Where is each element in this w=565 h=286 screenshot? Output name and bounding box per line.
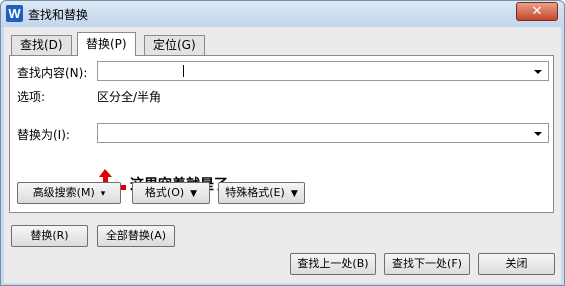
find-next-button[interactable]: 查找下一处(F) bbox=[384, 253, 470, 275]
find-what-label: 查找内容(N): bbox=[17, 66, 88, 80]
double-chevron-down-icon: ▾ bbox=[100, 189, 106, 199]
window-title: 查找和替换 bbox=[28, 8, 89, 22]
chevron-down-icon: ▼ bbox=[290, 189, 298, 199]
replace-with-combobox[interactable] bbox=[97, 123, 549, 143]
find-what-combobox[interactable] bbox=[97, 61, 549, 81]
tab-find[interactable]: 查找(D) bbox=[11, 35, 72, 55]
format-label: 格式(O) bbox=[144, 186, 185, 199]
special-format-label: 特殊格式(E) bbox=[225, 186, 285, 199]
chevron-down-icon[interactable] bbox=[534, 70, 542, 74]
replace-tab-panel: 查找内容(N): 选项: 区分全/半角 替换为(I): 这里空着就是了 高级搜 bbox=[9, 55, 554, 213]
replace-all-button[interactable]: 全部替换(A) bbox=[97, 225, 175, 247]
tab-replace[interactable]: 替换(P) bbox=[77, 32, 136, 56]
text-caret bbox=[183, 65, 184, 77]
chevron-down-icon[interactable] bbox=[534, 132, 542, 136]
close-window-button[interactable]: ✕ bbox=[516, 2, 558, 21]
close-button[interactable]: 关闭 bbox=[478, 253, 555, 275]
replace-button[interactable]: 替换(R) bbox=[11, 225, 88, 247]
dialog-body: 查找(D) 替换(P) 定位(G) 查找内容(N): 选项: 区分全/半角 替换… bbox=[4, 27, 561, 283]
find-previous-button[interactable]: 查找上一处(B) bbox=[290, 253, 376, 275]
advanced-search-label: 高级搜索(M) bbox=[32, 186, 95, 199]
options-label: 选项: bbox=[17, 90, 46, 104]
title-bar[interactable]: W 查找和替换 ✕ bbox=[1, 1, 564, 27]
format-button[interactable]: 格式(O) ▼ bbox=[132, 182, 210, 204]
find-replace-dialog: W 查找和替换 ✕ 查找(D) 替换(P) 定位(G) 查找内容(N): 选项:… bbox=[0, 0, 565, 286]
wps-logo-icon: W bbox=[6, 5, 23, 22]
replace-with-label: 替换为(I): bbox=[17, 128, 70, 142]
options-value: 区分全/半角 bbox=[97, 90, 162, 104]
chevron-down-icon: ▼ bbox=[190, 189, 198, 199]
special-format-button[interactable]: 特殊格式(E) ▼ bbox=[218, 182, 305, 204]
tab-goto[interactable]: 定位(G) bbox=[144, 35, 205, 55]
advanced-search-button[interactable]: 高级搜索(M) ▾ bbox=[17, 182, 121, 204]
